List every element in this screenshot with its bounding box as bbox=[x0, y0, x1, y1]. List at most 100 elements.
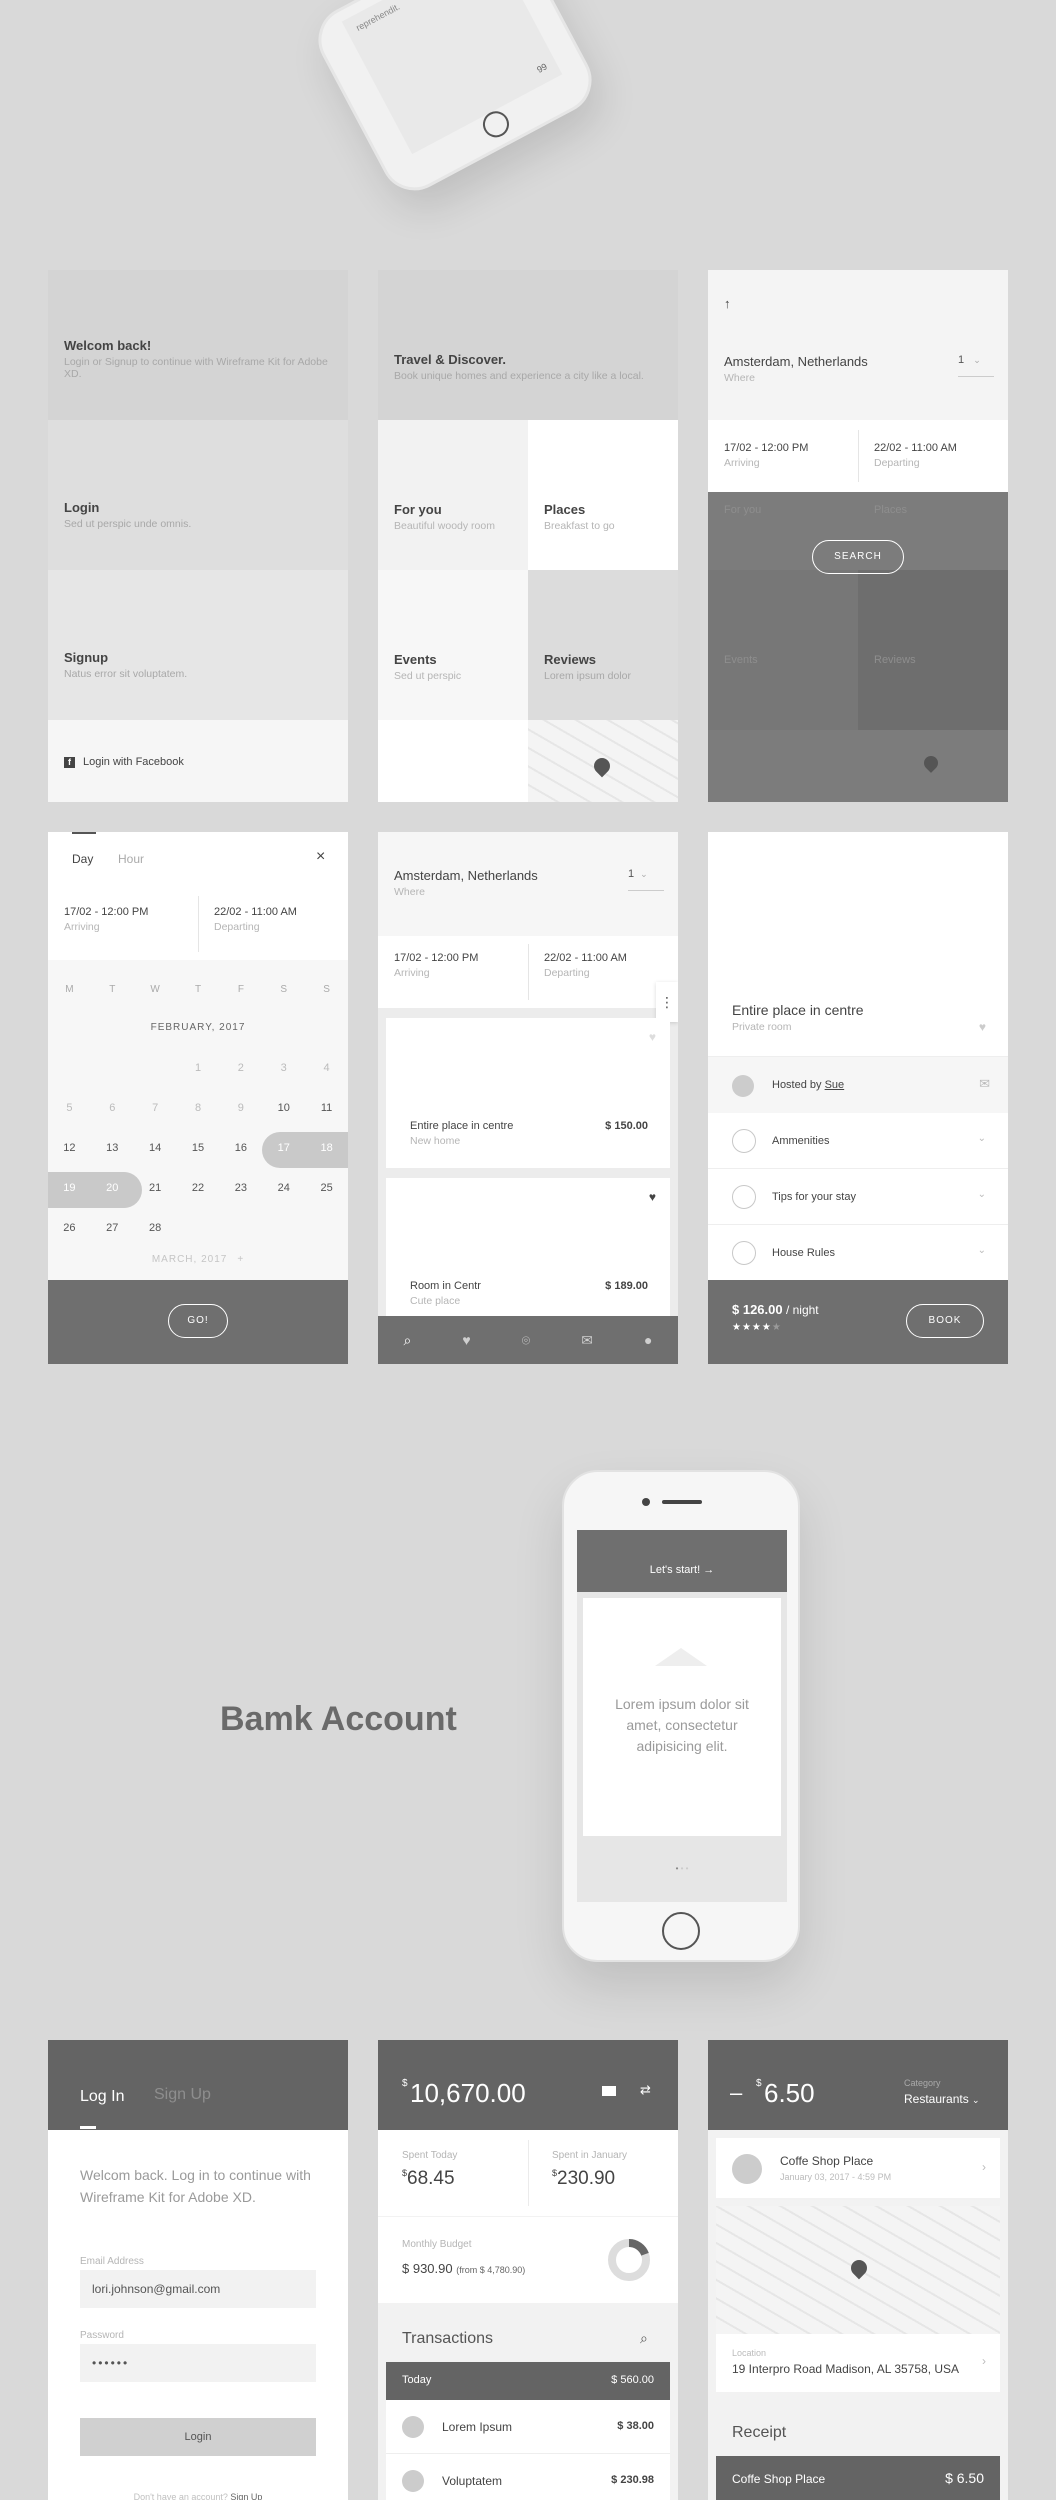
back-arrow-icon[interactable]: ↑ bbox=[724, 296, 731, 311]
search-where: Where bbox=[724, 372, 755, 384]
search-location[interactable]: Amsterdam, Netherlands bbox=[724, 354, 868, 369]
discover-subtitle: Book unique homes and experience a city … bbox=[394, 370, 644, 382]
arriving-label: Arriving bbox=[394, 967, 430, 979]
location-row[interactable]: Location 19 Interpro Road Madison, AL 35… bbox=[716, 2334, 1000, 2392]
listing-title: Entire place in centre bbox=[410, 1120, 514, 1132]
detail-screen: Entire place in centre Private room ♥ Ho… bbox=[708, 832, 1008, 1364]
host-label: Hosted by Sue bbox=[772, 1079, 845, 1091]
location-label: Location bbox=[732, 2348, 767, 2358]
login-tile[interactable]: Login Sed ut perspic unde omnis. bbox=[48, 420, 348, 570]
tab-hour[interactable]: Hour bbox=[118, 852, 144, 866]
password-field[interactable]: •••••• bbox=[80, 2344, 316, 2382]
category-select[interactable]: Restaurants ⌄ bbox=[904, 2092, 980, 2106]
search-icon[interactable]: ⌕ bbox=[404, 1332, 412, 1349]
location-icon[interactable]: ⌾ bbox=[522, 1332, 530, 1349]
page-dots: • • • bbox=[675, 1864, 689, 1873]
search-icon[interactable]: ⌕ bbox=[640, 2330, 648, 2347]
dimmed-overlay: For you Places Events Reviews bbox=[708, 492, 1008, 802]
receipt-header: Coffe Shop Place $ 6.50 bbox=[716, 2456, 1000, 2500]
more-options-icon[interactable]: ⋮ bbox=[656, 982, 678, 1022]
calendar-week[interactable]: 12 13 14 15 16 17 18 bbox=[48, 1142, 348, 1154]
departing-date[interactable]: 22/02 - 11:00 AM bbox=[544, 952, 627, 964]
close-icon[interactable]: × bbox=[316, 848, 325, 866]
go-button[interactable]: GO! bbox=[168, 1304, 228, 1338]
circle-icon bbox=[732, 1241, 756, 1265]
tile-title: For you bbox=[394, 502, 442, 517]
host-row[interactable]: Hosted by Sue ✉ bbox=[708, 1057, 1008, 1113]
avatar bbox=[732, 1075, 754, 1097]
chevron-down-icon: ⌄ bbox=[977, 1189, 986, 1200]
transaction-avatar bbox=[402, 2416, 424, 2438]
arriving-date[interactable]: 17/02 - 12:00 PM bbox=[394, 952, 478, 964]
facebook-login-button[interactable]: f Login with Facebook bbox=[48, 720, 348, 802]
location-map[interactable] bbox=[716, 2206, 1000, 2334]
departing-date[interactable]: 22/02 - 11:00 AM bbox=[214, 906, 297, 918]
welcome-title: Welcom back! bbox=[64, 338, 152, 353]
card-icon[interactable] bbox=[602, 2086, 616, 2096]
transaction-row[interactable]: Voluptatem $ 230.98 bbox=[386, 2454, 670, 2500]
departing-label: Departing bbox=[544, 967, 590, 979]
home-button bbox=[662, 1912, 700, 1950]
signup-link[interactable]: Sign Up bbox=[230, 2492, 262, 2500]
heart-icon[interactable]: ♥ bbox=[462, 1332, 470, 1348]
detail-item-tips[interactable]: Tips for your stay ⌄ bbox=[708, 1169, 1008, 1225]
results-screen: Amsterdam, Netherlands Where 1 ⌄ 17/02 - … bbox=[378, 832, 678, 1364]
calendar-week[interactable]: 19 20 21 22 23 24 25 bbox=[48, 1182, 348, 1194]
tile-events[interactable]: Events Sed ut perspic bbox=[378, 570, 528, 720]
image-placeholder-icon bbox=[655, 1648, 707, 1666]
map-tile[interactable] bbox=[528, 720, 678, 802]
email-field[interactable]: lori.johnson@gmail.com bbox=[80, 2270, 316, 2308]
account-screen: $ 10,670.00 ⇄ Spent Today $68.45 Spent i… bbox=[378, 2040, 678, 2500]
listing-title: Room in Centr bbox=[410, 1280, 481, 1292]
chevron-right-icon: › bbox=[982, 2354, 986, 2368]
login-button[interactable]: Login bbox=[80, 2418, 316, 2456]
map-pin-icon bbox=[590, 754, 614, 778]
tile-title: Reviews bbox=[544, 652, 597, 667]
book-button[interactable]: BOOK bbox=[906, 1304, 984, 1338]
detail-item-label: Ammenities bbox=[772, 1135, 830, 1147]
results-location[interactable]: Amsterdam, Netherlands bbox=[394, 868, 538, 883]
next-month-label[interactable]: MARCH, 2017 + bbox=[48, 1254, 348, 1265]
center-phone-mockup: Let's start! → Lorem ipsum dolor sit ame… bbox=[562, 1470, 800, 1962]
balance-amount: 10,670.00 bbox=[410, 2078, 526, 2108]
heart-icon[interactable]: ♥ bbox=[979, 1020, 986, 1034]
tab-day[interactable]: Day bbox=[72, 852, 93, 866]
arriving-label: Arriving bbox=[724, 457, 760, 469]
tile-places[interactable]: Places Breakfast to go bbox=[528, 420, 678, 570]
guests-select[interactable]: 1 ⌄ bbox=[628, 868, 664, 891]
merchant-row[interactable]: Coffe Shop Place January 03, 2017 - 4:59… bbox=[716, 2138, 1000, 2198]
transfer-icon[interactable]: ⇄ bbox=[640, 2082, 651, 2098]
arriving-label: Arriving bbox=[64, 921, 100, 933]
bottom-tab-bar: ⌕ ♥ ⌾ ✉ ● bbox=[378, 1316, 678, 1364]
detail-item-ammenities[interactable]: Ammenities ⌄ bbox=[708, 1113, 1008, 1169]
showcase-heading: Bamk Account bbox=[220, 1700, 457, 1738]
heart-icon[interactable]: ♥ bbox=[649, 1190, 656, 1204]
arriving-date[interactable]: 17/02 - 12:00 PM bbox=[724, 442, 808, 454]
profile-icon[interactable]: ● bbox=[644, 1332, 652, 1348]
transaction-row[interactable]: Lorem Ipsum $ 38.00 bbox=[386, 2400, 670, 2454]
lets-start-button[interactable]: Let's start! → bbox=[577, 1530, 787, 1592]
balance-header: $ 10,670.00 ⇄ bbox=[378, 2040, 678, 2130]
listing-card[interactable]: ♥ Room in Centr Cute place $ 189.00 bbox=[386, 1178, 670, 1318]
arriving-date[interactable]: 17/02 - 12:00 PM bbox=[64, 906, 148, 918]
calendar-week[interactable]: 26 27 28 bbox=[48, 1222, 348, 1234]
heart-icon[interactable]: ♥ bbox=[649, 1030, 656, 1044]
tab-signup[interactable]: Sign Up bbox=[154, 2086, 211, 2104]
search-button[interactable]: SEARCH bbox=[812, 540, 904, 574]
tile-for-you[interactable]: For you Beautiful woody room bbox=[378, 420, 528, 570]
inbox-icon[interactable]: ✉ bbox=[581, 1332, 593, 1349]
departing-label: Departing bbox=[874, 457, 920, 469]
monthly-budget[interactable]: Monthly Budget $ 930.90 (from $ 4,780.90… bbox=[378, 2217, 678, 2303]
departing-date[interactable]: 22/02 - 11:00 AM bbox=[874, 442, 957, 454]
detail-item-rules[interactable]: House Rules ⌄ bbox=[708, 1225, 1008, 1281]
listing-card[interactable]: ♥ Entire place in centre New home $ 150.… bbox=[386, 1018, 670, 1168]
signup-tile[interactable]: Signup Natus error sit voluptatem. bbox=[48, 570, 348, 720]
results-dates: 17/02 - 12:00 PM Arriving 22/02 - 11:00 … bbox=[378, 936, 678, 1008]
chevron-right-icon: › bbox=[982, 2160, 986, 2174]
tab-login[interactable]: Log In bbox=[80, 2088, 124, 2106]
phone-screen: Let's start! → Lorem ipsum dolor sit ame… bbox=[577, 1530, 787, 1902]
guests-select[interactable]: 1 ⌄ bbox=[958, 354, 994, 377]
message-icon[interactable]: ✉ bbox=[979, 1076, 990, 1092]
category-label: Category bbox=[904, 2078, 941, 2088]
tile-reviews[interactable]: Reviews Lorem ipsum dolor bbox=[528, 570, 678, 720]
